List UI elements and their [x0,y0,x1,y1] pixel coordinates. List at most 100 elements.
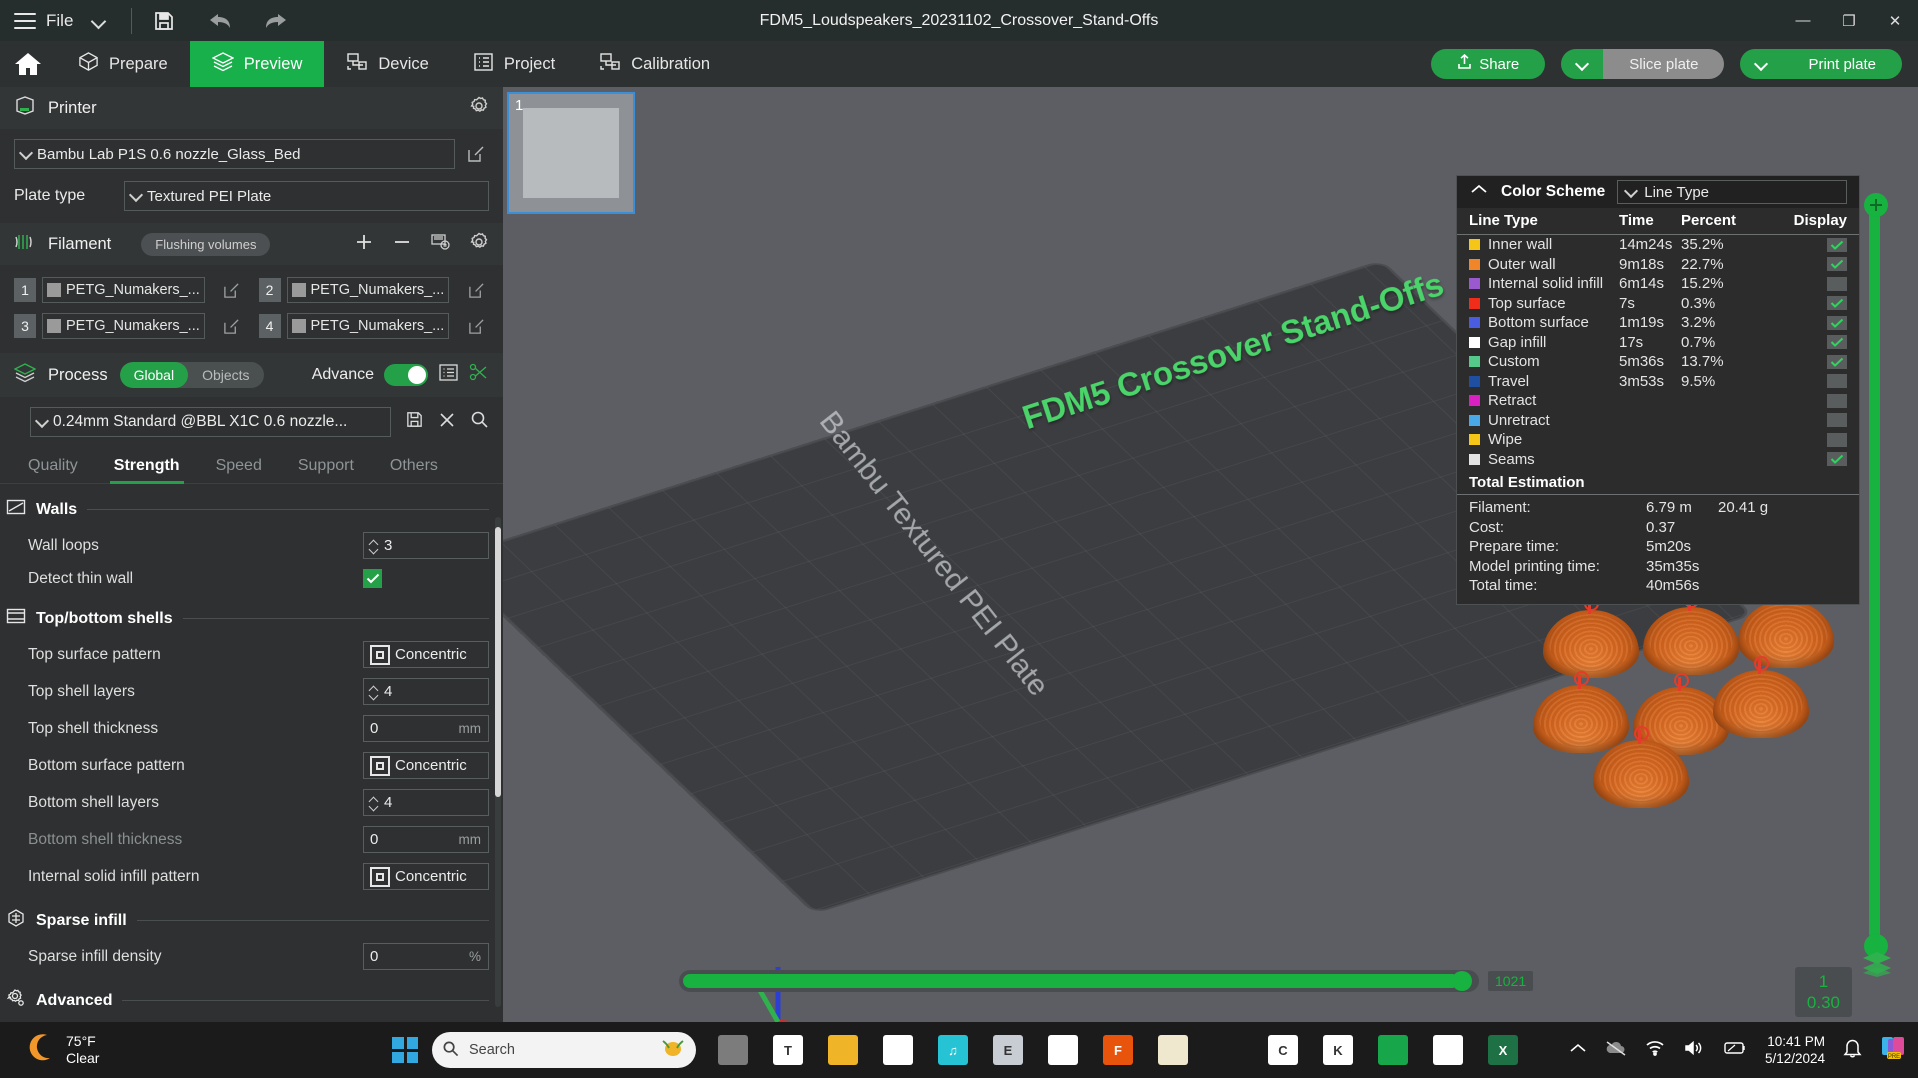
redo-arrow-icon[interactable] [262,7,290,35]
filament-settings-gear-icon[interactable] [469,232,489,257]
filament-slot-2[interactable]: 2 PETG_Numakers_... [258,277,490,303]
remove-filament-icon[interactable] [392,232,412,257]
sparse-infill-density-input[interactable]: 0 % [363,943,489,970]
model-object[interactable] [1543,596,1639,680]
internal-solid-infill-pattern-select[interactable]: Concentric [363,863,489,890]
line-type-display-checkbox[interactable] [1827,237,1847,252]
save-icon[interactable] [150,7,178,35]
tab-quality[interactable]: Quality [10,451,96,483]
spinner-icon[interactable] [370,686,379,698]
line-type-display-checkbox[interactable] [1827,393,1847,408]
filament-preset-select[interactable]: PETG_Numakers_... [42,313,205,339]
plate-type-select[interactable]: Textured PEI Plate [124,181,489,211]
process-preset-select[interactable]: 0.24mm Standard @BBL X1C 0.6 nozzle... [30,407,391,437]
chevron-down-icon[interactable] [91,16,109,26]
layer-range-knob[interactable] [1452,971,1472,991]
layers-stack-icon[interactable] [1862,951,1892,982]
edit-filament-icon[interactable] [463,277,489,303]
color-scheme-row[interactable]: Unretract [1457,411,1859,431]
kicad-icon[interactable]: K [1315,1027,1361,1073]
color-scheme-row[interactable]: Outer wall 9m18s 22.7% [1457,255,1859,275]
start-button-icon[interactable] [392,1037,418,1063]
tab-device[interactable]: Device [324,41,450,87]
edit-printer-icon[interactable] [463,141,489,167]
color-scheme-row[interactable]: Custom 5m36s 13.7% [1457,352,1859,372]
line-type-display-checkbox[interactable] [1827,374,1847,389]
share-button[interactable]: Share [1431,49,1546,79]
line-type-display-checkbox[interactable] [1827,452,1847,467]
home-icon[interactable] [0,41,56,87]
tab-others[interactable]: Others [372,451,456,483]
print-plate-button[interactable]: Print plate [1740,49,1902,79]
tab-preview[interactable]: Preview [189,41,325,87]
color-scheme-row[interactable]: Inner wall 14m24s 35.2% [1457,235,1859,255]
color-scheme-row[interactable]: Retract [1457,391,1859,411]
minimize-button[interactable]: — [1780,0,1826,41]
taskbar-clock[interactable]: 10:41 PM 5/12/2024 [1765,1033,1825,1067]
printer-settings-gear-icon[interactable] [469,96,489,121]
color-scheme-row[interactable]: Top surface 7s 0.3% [1457,294,1859,314]
filament-slot-3[interactable]: 3 PETG_Numakers_... [14,313,245,339]
color-scheme-row[interactable]: Seams [1457,450,1859,470]
line-type-display-checkbox[interactable] [1827,432,1847,447]
scope-global[interactable]: Global [119,362,189,388]
color-scheme-mode-select[interactable]: Line Type [1617,180,1847,204]
layer-range-slider[interactable] [679,970,1479,992]
3d-viewport[interactable]: FDM5 Crossover Stand-Offs Bambu Textured… [503,87,1918,1022]
task-view-icon[interactable] [710,1027,756,1073]
edit-filament-icon[interactable] [463,313,489,339]
line-type-display-checkbox[interactable] [1827,413,1847,428]
line-type-display-checkbox[interactable] [1827,276,1847,291]
line-type-display-checkbox[interactable] [1827,335,1847,350]
filament-preset-select[interactable]: PETG_Numakers_... [286,313,449,339]
filament-preset-select[interactable]: PETG_Numakers_... [42,277,205,303]
color-scheme-row[interactable]: Internal solid infill 6m14s 15.2% [1457,274,1859,294]
maximize-button[interactable]: ❐ [1826,0,1872,41]
fusion360-icon[interactable]: F [1095,1027,1141,1073]
amazon-music-icon[interactable]: ♫ [930,1027,976,1073]
photo-editor-icon[interactable]: PRE [1880,1035,1908,1066]
tab-project[interactable]: Project [451,41,577,87]
flushing-volumes-button[interactable]: Flushing volumes [141,232,271,256]
line-type-display-checkbox[interactable] [1827,315,1847,330]
weather-widget[interactable]: 75°F Clear [28,1033,99,1068]
discard-preset-icon[interactable] [438,411,456,434]
leaf-app-icon[interactable] [1040,1027,1086,1073]
bottom-surface-pattern-select[interactable]: Concentric [363,752,489,779]
parameter-list-icon[interactable] [438,363,459,387]
layer-slider-top-knob[interactable] [1864,193,1888,217]
print-plate-dropdown[interactable] [1740,49,1783,79]
matlab-icon[interactable] [1205,1027,1251,1073]
top-surface-pattern-select[interactable]: Concentric [363,641,489,668]
teams-icon[interactable]: T [765,1027,811,1073]
model-object[interactable] [1593,726,1689,810]
filament-slot-1[interactable]: 1 PETG_Numakers_... [14,277,245,303]
print-plate-label[interactable]: Print plate [1782,49,1902,79]
color-scheme-row[interactable]: Bottom surface 1m19s 3.2% [1457,313,1859,333]
volume-icon[interactable] [1683,1040,1705,1061]
tab-prepare[interactable]: Prepare [56,41,190,87]
tab-strength[interactable]: Strength [96,451,198,484]
menu-hamburger-icon[interactable] [14,12,36,29]
eagle-pcb-icon[interactable]: E [985,1027,1031,1073]
undo-arrow-icon[interactable] [206,7,234,35]
wifi-icon[interactable] [1645,1040,1665,1061]
add-filament-icon[interactable] [354,232,374,257]
code-c-icon[interactable]: C [1260,1027,1306,1073]
search-parameter-icon[interactable] [470,410,489,434]
save-preset-icon[interactable] [405,410,424,434]
model-object[interactable] [1713,656,1809,740]
line-type-display-checkbox[interactable] [1827,354,1847,369]
bambu-studio-icon[interactable] [1370,1027,1416,1073]
detect-thin-wall-checkbox[interactable] [363,569,382,588]
notes-app-icon[interactable] [1150,1027,1196,1073]
tab-support[interactable]: Support [280,451,372,483]
layer-slider[interactable] [1864,193,1888,958]
scope-objects[interactable]: Objects [188,362,263,388]
bell-icon[interactable] [1843,1038,1862,1063]
chevron-up-icon[interactable] [1469,183,1489,201]
battery-icon[interactable] [1723,1041,1747,1060]
filament-slot-4[interactable]: 4 PETG_Numakers_... [258,313,490,339]
line-type-display-checkbox[interactable] [1827,257,1847,272]
edit-filament-icon[interactable] [219,313,245,339]
